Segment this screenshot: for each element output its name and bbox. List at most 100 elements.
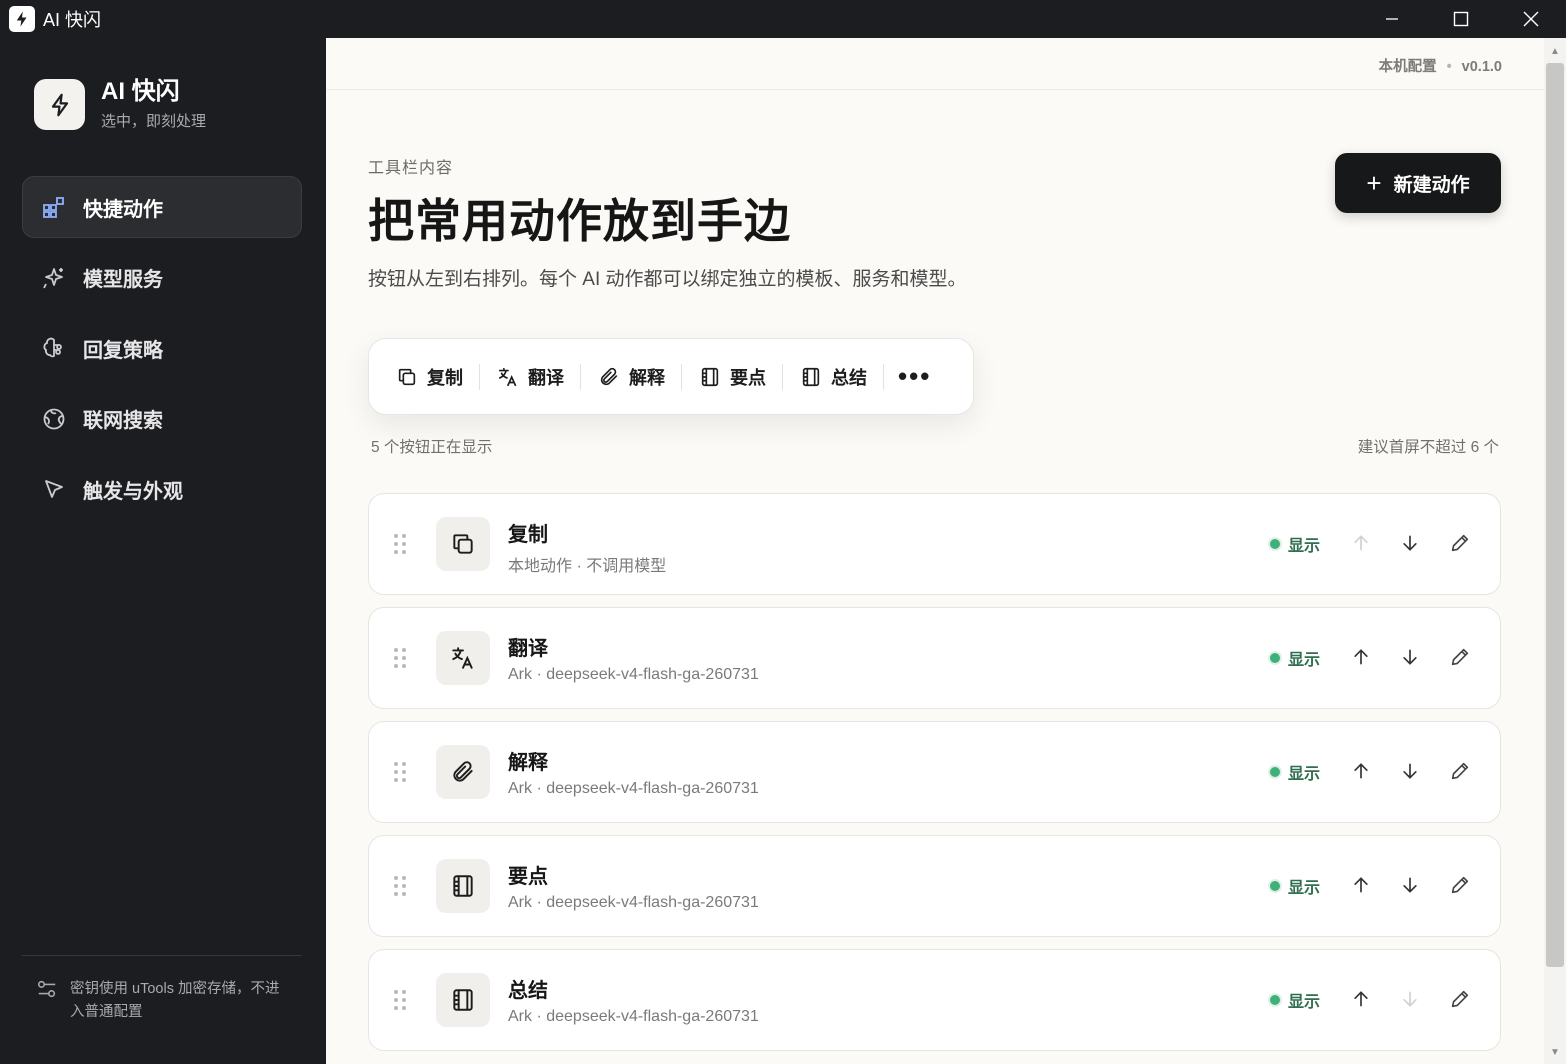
sidebar-item-label: 回复策略 xyxy=(83,339,163,362)
edit-pencil-icon[interactable] xyxy=(1447,758,1473,784)
move-down-icon[interactable] xyxy=(1397,644,1423,670)
brain-icon xyxy=(41,335,67,361)
new-action-button[interactable]: + 新建动作 xyxy=(1335,153,1501,213)
action-list: 复制 本地动作 · 不调用模型 显示 翻译 Ark · deepseek-v4-… xyxy=(368,493,1501,1063)
action-meta: Ark · deepseek-v4-flash-ga-260731 xyxy=(508,780,759,797)
toolbar-button-label: 复制 xyxy=(427,367,463,388)
status-toggle[interactable]: 显示 xyxy=(1270,532,1320,556)
sidebar-item-label: 联网搜索 xyxy=(83,410,163,432)
status-label: 显示 xyxy=(1288,994,1321,1011)
copy-icon xyxy=(436,517,490,571)
toolbar-button-explain[interactable]: 解释 xyxy=(581,362,681,392)
sidebar-item-model-service[interactable]: 模型服务 xyxy=(22,247,302,309)
cursor-icon xyxy=(41,476,67,502)
status-toggle[interactable]: 显示 xyxy=(1270,988,1320,1012)
sidebar-item-trigger-appearance[interactable]: 触发与外观 xyxy=(22,458,302,520)
copy-icon xyxy=(395,365,419,389)
status-label: 显示 xyxy=(1288,652,1321,669)
app-bolt-icon xyxy=(9,6,35,32)
action-meta: Ark · deepseek-v4-flash-ga-260731 xyxy=(508,666,759,683)
brand-tagline: 选中，即刻处理 xyxy=(101,113,207,130)
config-separator: • xyxy=(1446,59,1452,75)
scrollbar-thumb[interactable] xyxy=(1546,63,1564,967)
notebook-icon xyxy=(799,365,823,389)
sidebar-item-reply-strategy[interactable]: 回复策略 xyxy=(22,317,302,379)
drag-handle-icon[interactable] xyxy=(393,532,407,556)
move-down-icon xyxy=(1397,986,1423,1012)
translate-icon xyxy=(496,365,520,389)
action-name: 要点 xyxy=(508,866,548,888)
status-dot xyxy=(1270,881,1280,891)
shortcut-grid-icon xyxy=(41,194,67,220)
move-down-icon[interactable] xyxy=(1397,758,1423,784)
move-up-icon xyxy=(1348,530,1374,556)
security-note: 密钥使用 uTools 加密存储，不进入普通配置 xyxy=(22,955,302,1024)
translate-icon xyxy=(436,631,490,685)
move-down-icon[interactable] xyxy=(1397,872,1423,898)
vertical-scrollbar[interactable]: ▲ ▼ xyxy=(1544,38,1566,1064)
scroll-down-icon[interactable]: ▼ xyxy=(1550,1047,1560,1058)
toolbar-button-label: 翻译 xyxy=(528,367,564,388)
main-content: 本机配置 • v0.1.0 ▲ ▼ 工具栏内容 把常用动作放到手边 按钮从左到右排列… xyxy=(326,38,1566,1064)
move-up-icon[interactable] xyxy=(1348,986,1374,1012)
drag-handle-icon[interactable] xyxy=(393,646,407,670)
close-button[interactable] xyxy=(1496,0,1566,38)
status-toggle[interactable]: 显示 xyxy=(1270,760,1320,784)
page-title: 把常用动作放到手边 xyxy=(368,195,791,247)
move-up-icon[interactable] xyxy=(1348,872,1374,898)
status-toggle[interactable]: 显示 xyxy=(1270,646,1320,670)
action-meta: 本地动作 · 不调用模型 xyxy=(508,558,667,575)
version-label: v0.1.0 xyxy=(1461,59,1502,75)
sidebar-item-label: 模型服务 xyxy=(83,269,163,291)
new-action-label: 新建动作 xyxy=(1393,174,1470,196)
toolbar-button-label: 要点 xyxy=(730,367,766,388)
move-up-icon[interactable] xyxy=(1348,644,1374,670)
toolbar-button-label: 解释 xyxy=(629,367,665,388)
move-up-icon[interactable] xyxy=(1348,758,1374,784)
maximize-button[interactable] xyxy=(1426,0,1496,38)
config-label[interactable]: 本机配置 xyxy=(1379,59,1437,75)
status-dot xyxy=(1270,653,1280,663)
scroll-up-icon[interactable]: ▲ xyxy=(1550,46,1560,57)
sliders-icon xyxy=(37,980,56,998)
toolbar-button-translate[interactable]: 翻译 xyxy=(480,362,580,392)
status-label: 显示 xyxy=(1288,880,1321,897)
sidebar-nav: 快捷动作 模型服务 回复策略 联网搜索 触发与外观 xyxy=(22,176,302,529)
edit-pencil-icon[interactable] xyxy=(1447,872,1473,898)
action-card-translate[interactable]: 翻译 Ark · deepseek-v4-flash-ga-260731 显示 xyxy=(368,607,1501,709)
more-dots-icon[interactable]: ••• xyxy=(898,361,931,392)
drag-handle-icon[interactable] xyxy=(393,760,407,784)
action-name: 翻译 xyxy=(508,638,548,660)
toolbar-button-copy[interactable]: 复制 xyxy=(391,362,479,392)
window-title: AI 快闪 xyxy=(43,10,102,30)
status-toggle[interactable]: 显示 xyxy=(1270,874,1320,898)
toolbar-preview: 复制 翻译 解释 要点 总结 ••• xyxy=(368,338,974,415)
toolbar-button-keypoints[interactable]: 要点 xyxy=(682,362,782,392)
minimize-button[interactable] xyxy=(1357,0,1427,38)
drag-handle-icon[interactable] xyxy=(393,874,407,898)
sidebar: AI 快闪 选中，即刻处理 快捷动作 模型服务 回复策略 联网搜索 触发与外观 … xyxy=(0,38,326,1064)
sidebar-item-label: 触发与外观 xyxy=(83,480,183,503)
notebook-icon xyxy=(436,859,490,913)
action-meta: Ark · deepseek-v4-flash-ga-260731 xyxy=(508,1008,759,1025)
action-card-keypoints[interactable]: 要点 Ark · deepseek-v4-flash-ga-260731 显示 xyxy=(368,835,1501,937)
paperclip-icon xyxy=(436,745,490,799)
drag-handle-icon[interactable] xyxy=(393,988,407,1012)
sidebar-item-web-search[interactable]: 联网搜索 xyxy=(22,388,302,450)
edit-pencil-icon[interactable] xyxy=(1447,986,1473,1012)
action-card-summary[interactable]: 总结 Ark · deepseek-v4-flash-ga-260731 显示 xyxy=(368,949,1501,1051)
notebook-icon xyxy=(436,973,490,1027)
edit-pencil-icon[interactable] xyxy=(1447,644,1473,670)
action-card-explain[interactable]: 解释 Ark · deepseek-v4-flash-ga-260731 显示 xyxy=(368,721,1501,823)
config-info: 本机配置 • v0.1.0 xyxy=(1379,55,1502,76)
recommended-count: 建议首屏不超过 6 个 xyxy=(1357,439,1499,456)
sidebar-item-quick-actions[interactable]: 快捷动作 xyxy=(22,176,302,238)
plus-icon: + xyxy=(1366,168,1382,198)
move-down-icon[interactable] xyxy=(1397,530,1423,556)
status-dot xyxy=(1270,767,1280,777)
toolbar-button-summary[interactable]: 总结 xyxy=(783,362,883,392)
action-card-copy[interactable]: 复制 本地动作 · 不调用模型 显示 xyxy=(368,493,1501,595)
action-name: 总结 xyxy=(508,980,548,1002)
visible-count: 5 个按钮正在显示 xyxy=(371,439,493,456)
edit-pencil-icon[interactable] xyxy=(1447,530,1473,556)
